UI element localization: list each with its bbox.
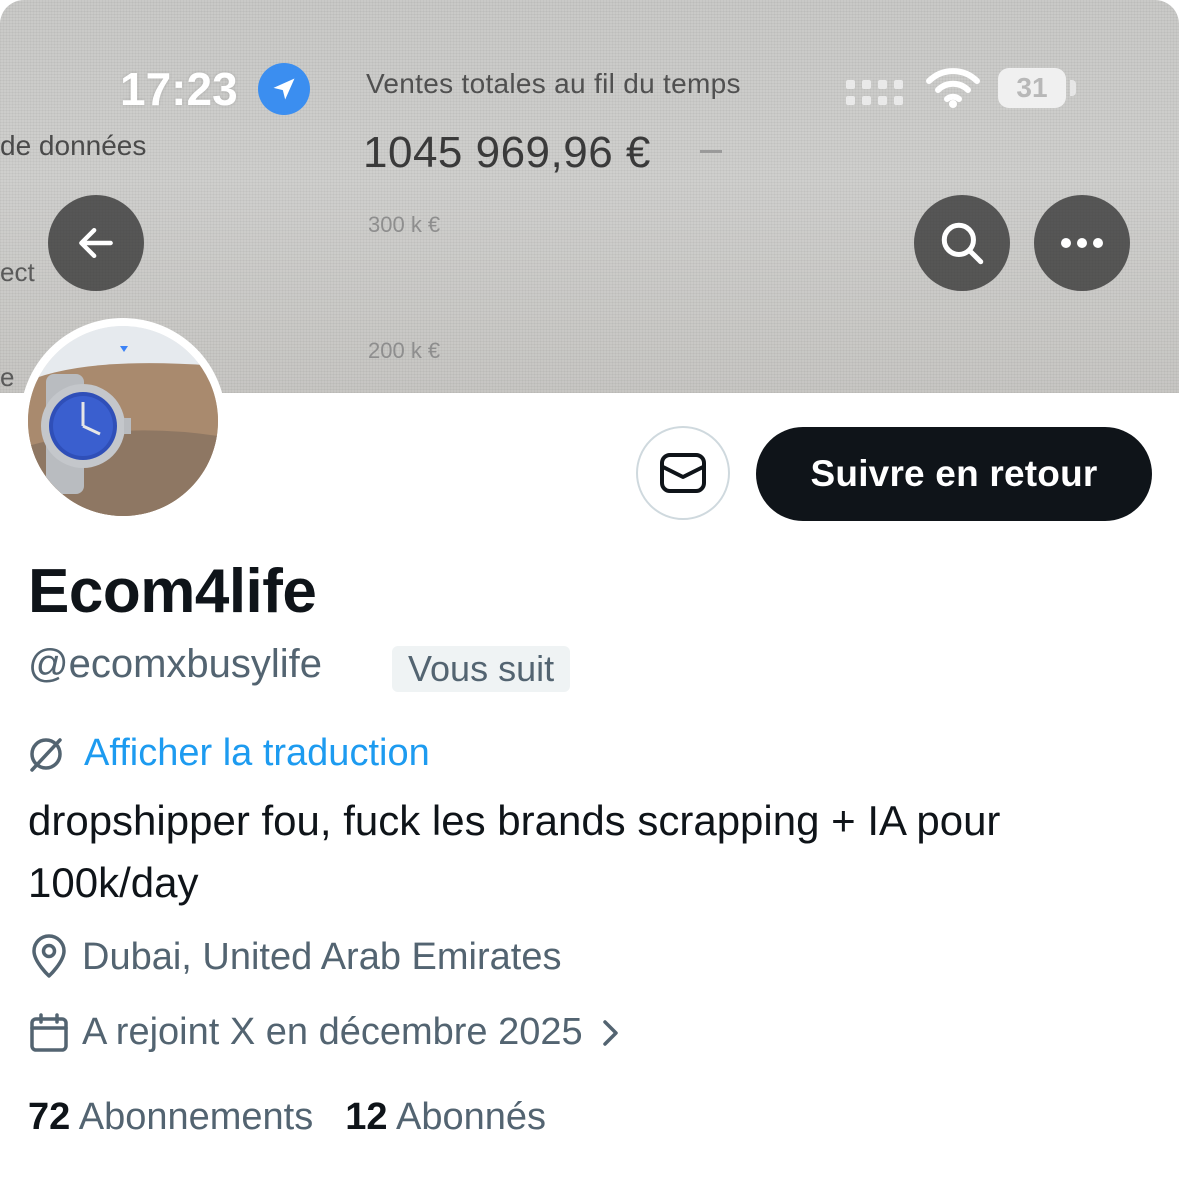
translate-icon <box>30 737 62 772</box>
chevron-right-icon <box>602 1019 618 1046</box>
avatar[interactable] <box>20 318 226 524</box>
location-row: Dubai, United Arab Emirates <box>28 934 561 980</box>
wifi-icon <box>926 68 980 108</box>
battery-nub <box>1070 80 1076 96</box>
banner-chart-title: Ventes totales au fil du temps <box>366 68 741 99</box>
map-pin-icon <box>32 934 66 978</box>
handle: @ecomxbusylife <box>28 642 323 686</box>
back-button[interactable] <box>48 195 144 291</box>
banner-total-sales: 1045 969,96 € <box>363 128 651 177</box>
more-options-button[interactable] <box>1034 195 1130 291</box>
display-name: Ecom4life <box>28 557 317 626</box>
more-icon <box>1061 238 1103 248</box>
battery-indicator: 31 <box>998 68 1066 108</box>
follows-you-badge: Vous suit <box>392 646 571 692</box>
banner-tick-200k: 200 k € <box>368 338 441 363</box>
banner-left-fragment: de données <box>0 130 147 161</box>
mail-icon <box>660 453 706 493</box>
banner-left-fragment: e <box>0 362 15 392</box>
followers-stat[interactable]: 12 Abonnés <box>345 1096 546 1139</box>
follow-back-button[interactable]: Suivre en retour <box>756 427 1152 521</box>
translate-bio-row[interactable]: Afficher la traduction <box>26 732 430 775</box>
followers-count: 12 <box>345 1096 388 1138</box>
following-stat[interactable]: 72 Abonnements <box>28 1096 313 1139</box>
calendar-icon <box>30 1012 68 1052</box>
follow-stats: 72 Abonnements 12 Abonnés <box>28 1096 578 1139</box>
joined-text: A rejoint X en décembre 2025 <box>82 1011 583 1053</box>
avatar-image <box>28 326 218 516</box>
following-count: 72 <box>28 1096 71 1138</box>
message-button[interactable] <box>636 426 730 520</box>
followers-label: Abonnés <box>396 1096 547 1138</box>
banner-tick-300k: 300 k € <box>368 212 441 237</box>
translate-link[interactable]: Afficher la traduction <box>84 732 430 775</box>
bio: dropshipper fou, fuck les brands scrappi… <box>28 797 1001 906</box>
banner-dash <box>700 150 722 153</box>
status-time: 17:23 <box>120 63 238 115</box>
back-arrow-icon <box>79 227 113 259</box>
cellular-signal-icon <box>846 80 906 108</box>
search-button[interactable] <box>914 195 1010 291</box>
location-arrow-icon <box>258 63 310 115</box>
joined-row[interactable]: A rejoint X en décembre 2025 <box>28 1011 627 1054</box>
search-icon <box>941 222 984 265</box>
following-label: Abonnements <box>78 1096 314 1138</box>
location-text: Dubai, United Arab Emirates <box>82 935 562 978</box>
watch-photo <box>28 326 218 516</box>
banner-left-fragment: ect <box>0 257 35 287</box>
